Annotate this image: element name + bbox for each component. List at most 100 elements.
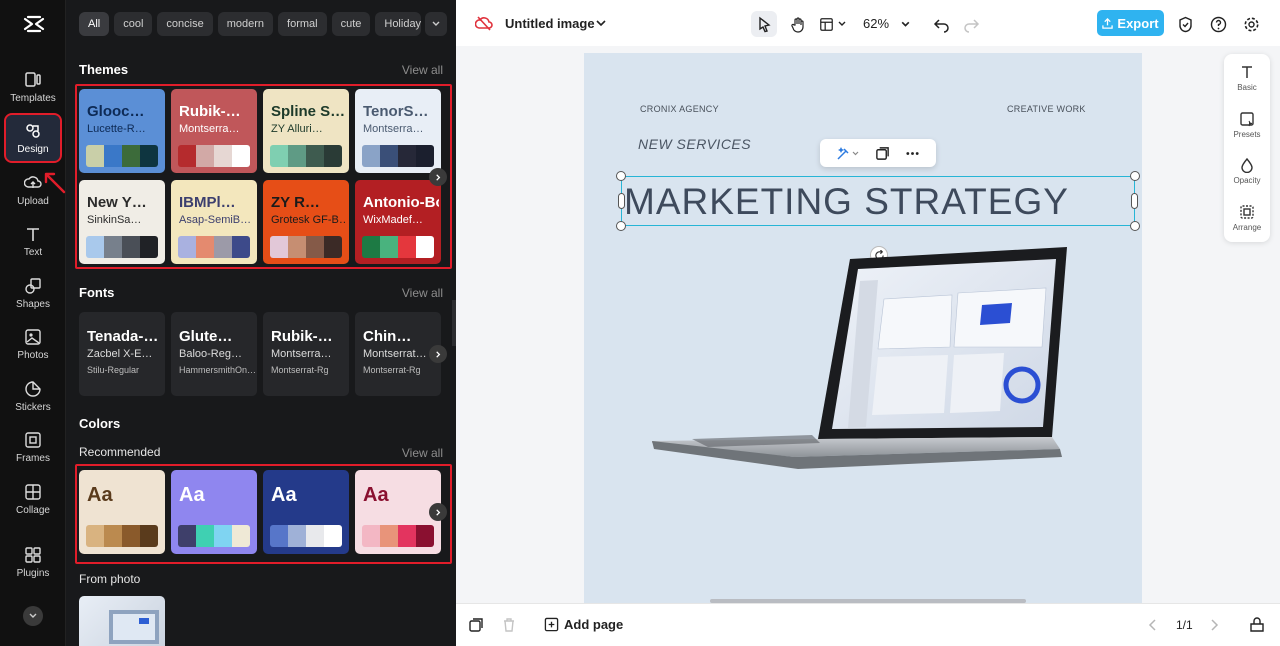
- resize-handle-bottom-left[interactable]: [616, 221, 626, 231]
- fonts-view-all-link[interactable]: View all: [402, 286, 443, 300]
- redo-button[interactable]: [962, 11, 980, 37]
- theme-palette: [178, 236, 250, 258]
- collapse-rail-button[interactable]: [23, 606, 43, 626]
- rp-arrange-button[interactable]: Arrange: [1224, 204, 1270, 232]
- color-swatch: [362, 525, 380, 547]
- font-body: Stilu-Regular: [87, 365, 140, 375]
- fonts-title: Fonts: [79, 285, 115, 300]
- rail-item-shapes[interactable]: Shapes: [6, 270, 60, 316]
- creative-work-text[interactable]: CREATIVE WORK: [1007, 104, 1086, 114]
- rail-item-photos[interactable]: Photos: [6, 321, 60, 367]
- font-pair-card[interactable]: Rubik-… Montserra… Montserrat-Rg: [263, 312, 349, 396]
- zoom-dropdown-button[interactable]: [898, 11, 912, 37]
- chip-cute[interactable]: cute: [331, 12, 371, 36]
- color-swatch: [398, 145, 416, 167]
- theme-heading-font: TenorS…: [363, 103, 429, 120]
- select-tool-button[interactable]: [751, 11, 777, 37]
- help-button[interactable]: [1209, 11, 1227, 37]
- settings-button[interactable]: [1242, 11, 1260, 37]
- theme-card[interactable]: New Y… SinkinSa…: [79, 180, 165, 264]
- chevron-left-icon[interactable]: [1145, 617, 1161, 633]
- export-button[interactable]: Export: [1097, 10, 1164, 36]
- theme-card[interactable]: ZY R… Grotesk GF-B…: [263, 180, 349, 264]
- add-page-icon: [544, 617, 559, 632]
- rail-label: Text: [23, 246, 43, 258]
- more-options-icon[interactable]: [905, 146, 920, 161]
- resize-handle-right[interactable]: [1131, 193, 1138, 209]
- chip-modern[interactable]: modern: [217, 12, 274, 36]
- hand-tool-button[interactable]: [785, 11, 811, 37]
- color-palette-card[interactable]: Aa: [263, 470, 349, 554]
- color-swatch: [104, 525, 122, 547]
- capcut-logo-icon[interactable]: [22, 12, 46, 36]
- resize-handle-left[interactable]: [618, 193, 625, 209]
- rail-item-design[interactable]: Design: [4, 113, 62, 163]
- rail-item-stickers[interactable]: Stickers: [6, 373, 60, 419]
- trash-icon[interactable]: [501, 617, 517, 633]
- chevron-right-icon[interactable]: [1206, 617, 1222, 633]
- rail-item-text[interactable]: Text: [6, 218, 60, 264]
- chip-concise[interactable]: concise: [157, 12, 213, 36]
- rail-item-plugins[interactable]: Plugins: [6, 539, 60, 585]
- text-icon: [27, 227, 39, 241]
- bottom-bar: Add page 1/1: [456, 603, 1280, 646]
- font-pair-card[interactable]: Tenada-… Zacbel X-E… Stilu-Regular: [79, 312, 165, 396]
- agency-text[interactable]: CRONIX AGENCY: [640, 104, 719, 114]
- color-swatch: [380, 525, 398, 547]
- layout-menu-button[interactable]: [816, 11, 850, 37]
- themes-view-all-link[interactable]: View all: [402, 63, 443, 77]
- rail-label: Photos: [17, 349, 49, 361]
- from-photo-thumbnail[interactable]: [79, 596, 165, 646]
- chip-formal[interactable]: formal: [278, 12, 327, 36]
- fonts-next-button[interactable]: [429, 345, 447, 363]
- themes-next-button[interactable]: [429, 168, 447, 186]
- chip-all[interactable]: All: [79, 12, 110, 36]
- document-title[interactable]: Untitled image: [505, 16, 595, 31]
- resize-handle-bottom-right[interactable]: [1130, 221, 1140, 231]
- page-layout-icon[interactable]: [1249, 617, 1265, 633]
- chip-holiday[interactable]: Holiday: [375, 12, 422, 36]
- resize-handle-top-left[interactable]: [616, 171, 626, 181]
- magic-edit-icon[interactable]: [836, 145, 860, 161]
- rp-opacity-button[interactable]: Opacity: [1224, 157, 1270, 185]
- selection-box: [621, 176, 1135, 226]
- duplicate-icon[interactable]: [875, 146, 890, 161]
- element-floating-toolbar: [820, 139, 936, 167]
- color-palette-card[interactable]: Aa: [171, 470, 257, 554]
- colors-next-button[interactable]: [429, 503, 447, 521]
- theme-card[interactable]: Rubik-… Montserra…: [171, 89, 257, 173]
- color-swatch: [196, 145, 214, 167]
- undo-button[interactable]: [932, 11, 950, 37]
- shield-button[interactable]: [1176, 11, 1194, 37]
- chevron-down-icon: [838, 21, 846, 26]
- canvas-area[interactable]: CRONIX AGENCY CREATIVE WORK NEW SERVICES…: [456, 46, 1280, 603]
- rail-item-collage[interactable]: Collage: [6, 476, 60, 522]
- add-page-button[interactable]: Add page: [544, 617, 623, 632]
- rp-basic-button[interactable]: Basic: [1224, 64, 1270, 92]
- theme-card[interactable]: Glooc… Lucette-R…: [79, 89, 165, 173]
- theme-card[interactable]: Antonio-Bold WixMadef…: [355, 180, 441, 264]
- theme-card[interactable]: TenorS… Montserra…: [355, 89, 441, 173]
- chevron-down-icon[interactable]: [594, 16, 608, 30]
- rail-item-frames[interactable]: Frames: [6, 424, 60, 470]
- resize-handle-top-right[interactable]: [1130, 171, 1140, 181]
- rp-presets-button[interactable]: Presets: [1224, 111, 1270, 139]
- laptop-image[interactable]: [652, 243, 1072, 483]
- color-palette-card[interactable]: Aa: [79, 470, 165, 554]
- duplicate-page-icon[interactable]: [468, 617, 484, 633]
- cloud-sync-off-icon[interactable]: [475, 14, 493, 32]
- shapes-icon: [25, 277, 41, 294]
- colors-view-all-link[interactable]: View all: [402, 446, 443, 460]
- theme-card[interactable]: Spline S… ZY Alluri…: [263, 89, 349, 173]
- design-page[interactable]: CRONIX AGENCY CREATIVE WORK NEW SERVICES…: [584, 53, 1142, 603]
- chips-expand-button[interactable]: [425, 12, 447, 36]
- rail-item-upload[interactable]: Upload: [6, 167, 60, 213]
- zoom-level[interactable]: 62%: [863, 16, 889, 31]
- rail-label: Design: [17, 143, 49, 155]
- new-services-text[interactable]: NEW SERVICES: [638, 136, 751, 152]
- rail-item-templates[interactable]: Templates: [6, 64, 60, 110]
- chip-cool[interactable]: cool: [114, 12, 153, 36]
- theme-card[interactable]: IBMPl… Asap-SemiB…: [171, 180, 257, 264]
- color-swatch: [214, 525, 232, 547]
- font-pair-card[interactable]: Glute… Baloo-Reg… HammersmithOn…: [171, 312, 257, 396]
